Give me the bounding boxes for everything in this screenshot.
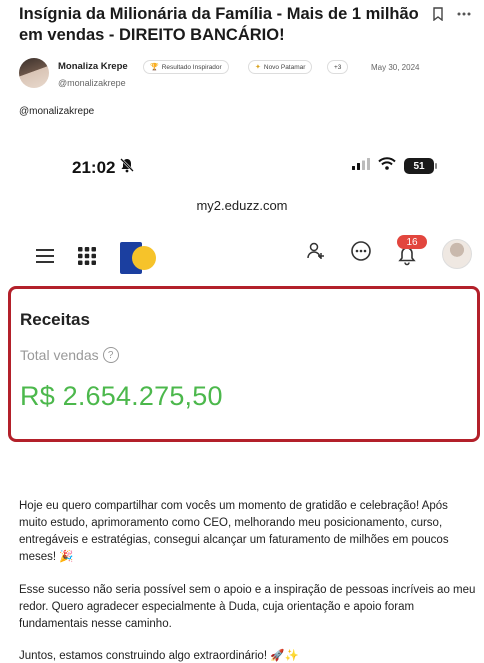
badge-label: Resultado Inspirador bbox=[161, 63, 222, 71]
author-name[interactable]: Monaliza Krepe bbox=[58, 61, 128, 72]
mention-text[interactable]: @monalizakrepe bbox=[19, 106, 94, 117]
author-handle: @monalizakrepe bbox=[58, 78, 126, 88]
badge-label: Novo Patamar bbox=[263, 63, 306, 71]
url-bar[interactable]: my2.eduzz.com bbox=[0, 198, 484, 213]
badge-label: +3 bbox=[334, 63, 342, 71]
wifi-icon bbox=[378, 157, 396, 175]
app-nav-bar: 16 bbox=[0, 235, 484, 276]
trophy-icon: 🏆 bbox=[150, 64, 159, 71]
post-header: Insígnia da Milionária da Família - Mais… bbox=[19, 4, 439, 46]
help-icon[interactable]: ? bbox=[102, 347, 119, 363]
users-icon[interactable] bbox=[306, 241, 326, 266]
nav-right: 16 bbox=[306, 235, 472, 271]
logo-yellow-part bbox=[132, 246, 156, 270]
total-vendas-label: Total vendas bbox=[20, 347, 99, 363]
author-avatar[interactable] bbox=[19, 58, 49, 88]
apps-grid-icon[interactable] bbox=[78, 246, 96, 270]
status-bar-time: 21:02 bbox=[72, 157, 135, 178]
author-row: Monaliza Krepe @monalizakrepe 🏆 Resultad… bbox=[19, 58, 479, 92]
card-subtitle: Total vendas ? bbox=[20, 347, 119, 363]
badge-more[interactable]: +3 bbox=[327, 60, 349, 74]
post-title: Insígnia da Milionária da Família - Mais… bbox=[19, 5, 419, 44]
notification-count-badge: 16 bbox=[397, 235, 427, 249]
clock-text: 21:02 bbox=[72, 157, 116, 177]
star-icon: ✦ bbox=[255, 64, 261, 71]
revenue-card: Receitas Total vendas ? R$ 2.654.275,50 bbox=[8, 286, 480, 442]
post-date: May 30, 2024 bbox=[371, 63, 420, 72]
status-bar-icons: 51 bbox=[352, 157, 437, 175]
paragraph-2: Esse sucesso não seria possível sem o ap… bbox=[19, 584, 476, 630]
signal-icon bbox=[352, 157, 370, 175]
chat-icon[interactable] bbox=[350, 240, 372, 267]
bookmark-icon[interactable] bbox=[430, 6, 446, 22]
notifications-button[interactable]: 16 bbox=[396, 235, 427, 271]
badge-novo-patamar[interactable]: ✦ Novo Patamar bbox=[248, 60, 313, 74]
more-icon[interactable] bbox=[456, 6, 472, 22]
menu-icon[interactable] bbox=[36, 248, 54, 268]
card-title: Receitas bbox=[20, 310, 90, 329]
badge-resultado-inspirador[interactable]: 🏆 Resultado Inspirador bbox=[143, 60, 229, 74]
post-actions bbox=[430, 6, 472, 22]
total-sales-value: R$ 2.654.275,50 bbox=[20, 381, 223, 411]
paragraph-3: Juntos, estamos construindo algo extraor… bbox=[19, 650, 299, 662]
user-avatar[interactable] bbox=[442, 238, 472, 269]
battery-indicator: 51 bbox=[404, 158, 437, 174]
eduzz-logo[interactable] bbox=[120, 242, 156, 274]
paragraph-1: Hoje eu quero compartilhar com vocês um … bbox=[19, 500, 449, 563]
bell-off-icon bbox=[119, 157, 135, 178]
nav-left bbox=[36, 242, 156, 274]
